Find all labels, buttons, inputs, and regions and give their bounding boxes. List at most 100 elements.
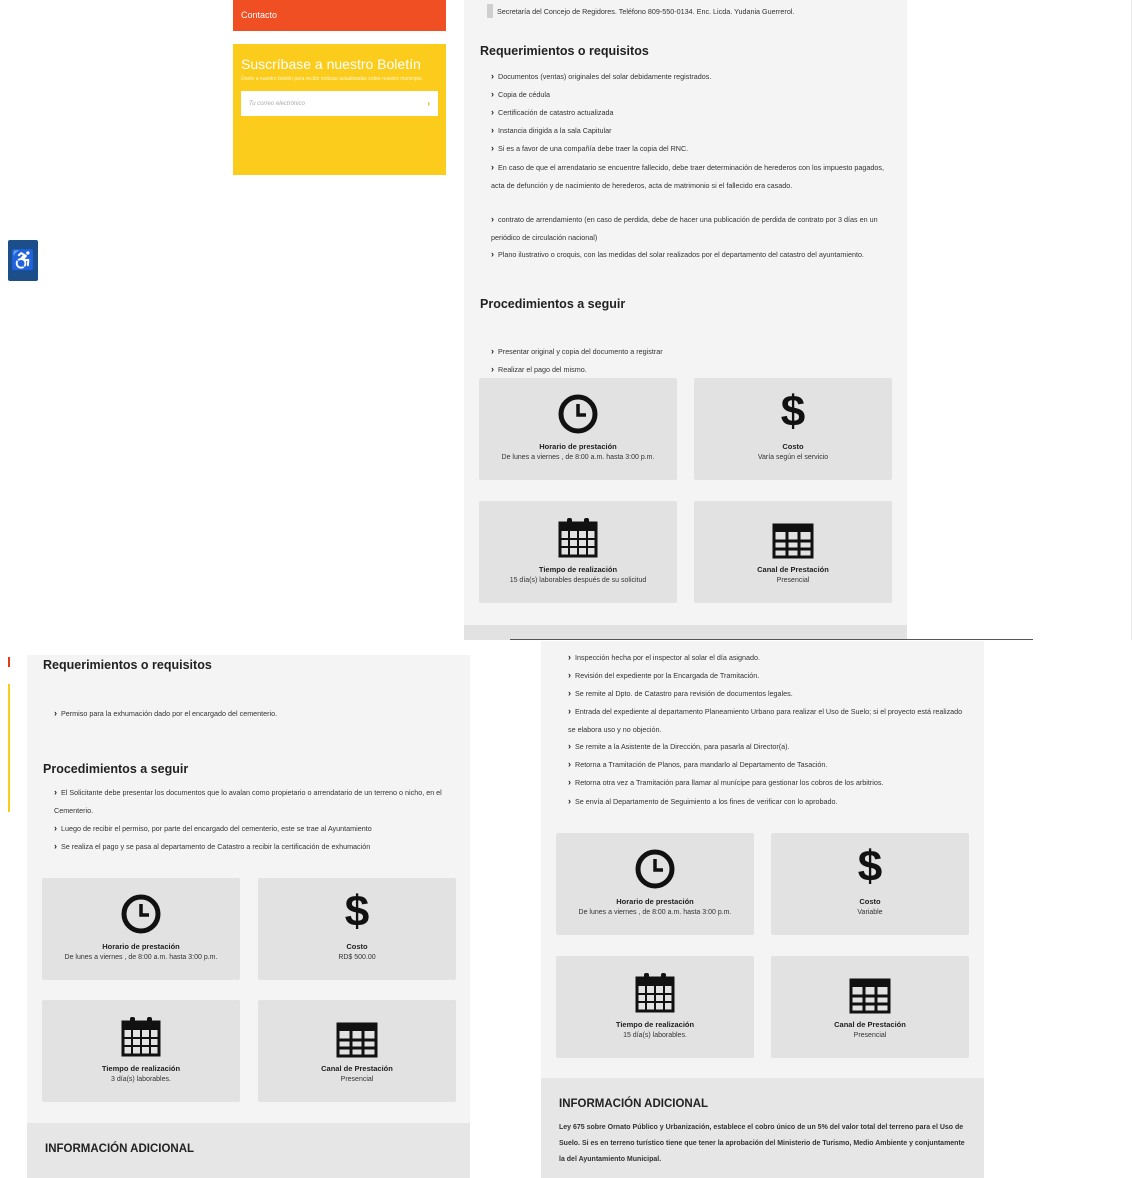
list-item: › Permiso para la exhumación dado por el … bbox=[54, 708, 278, 718]
cost-label: Costo bbox=[859, 897, 881, 906]
procedure-heading: Procedimientos a seguir bbox=[43, 762, 189, 776]
clock-icon bbox=[121, 894, 161, 934]
dollar-icon: $ bbox=[780, 387, 806, 436]
table-icon bbox=[336, 1022, 378, 1058]
calendar-icon bbox=[121, 1017, 161, 1057]
requirements-heading: Requerimientos o requisitos bbox=[480, 44, 649, 58]
chevron-right-icon: › bbox=[491, 125, 494, 135]
schedule-label: Horario de prestación bbox=[539, 442, 617, 451]
calendar-icon bbox=[635, 973, 675, 1013]
cost-card: $ Costo Variable bbox=[771, 833, 969, 935]
procedure-heading: Procedimientos a seguir bbox=[480, 297, 626, 311]
newsletter-text: Únete a nuestro boletín para recibir not… bbox=[241, 76, 423, 82]
additional-info-heading: INFORMACIÓN ADICIONAL bbox=[559, 1098, 709, 1110]
schedule-value: De lunes a viernes , de 8:00 a.m. hasta … bbox=[501, 454, 655, 461]
cost-value: Varía según el servicio bbox=[757, 454, 829, 461]
time-label: Tiempo de realización bbox=[538, 565, 618, 574]
table-icon bbox=[849, 978, 891, 1014]
chevron-right-icon: › bbox=[54, 708, 57, 718]
channel-card: Canal de Prestación Presencial bbox=[771, 956, 969, 1058]
list-item: › Se realiza el pago y se pasa al departa… bbox=[54, 841, 371, 851]
cost-card: $ Costo RD$ 500.00 bbox=[258, 878, 456, 980]
channel-label: Canal de Prestación bbox=[757, 565, 829, 574]
list-item: › Retorna otra vez a Tramitación para lla… bbox=[568, 777, 884, 787]
time-card: Tiempo de realización 3 día(s) laborable… bbox=[42, 1000, 240, 1102]
time-value: 15 día(s) laborables. bbox=[623, 1032, 687, 1039]
contact-label: Contacto bbox=[241, 10, 278, 20]
accessibility-icon: ♿ bbox=[10, 250, 36, 272]
accent-bar bbox=[8, 684, 10, 812]
list-item: › Revisión del expediente por la Encargad… bbox=[568, 670, 760, 680]
list-item: › Documentos (ventas) originales del sola… bbox=[491, 71, 712, 81]
list-item: › Si es a favor de una compañía debe trae… bbox=[491, 143, 689, 153]
chevron-right-icon: › bbox=[568, 759, 571, 769]
additional-info-text: Ley 675 sobre Ornato Público y Urbanizac… bbox=[559, 1124, 965, 1163]
chevron-right-icon: › bbox=[491, 107, 494, 117]
chevron-right-icon: › bbox=[491, 162, 494, 172]
list-item: › Inspección hecha por el inspector al so… bbox=[568, 652, 760, 662]
chevron-right-icon: › bbox=[568, 777, 571, 787]
requirements-heading: Requerimientos o requisitos bbox=[43, 658, 212, 672]
list-item: › Se remite a la Asistente de la Direcció… bbox=[568, 741, 790, 751]
list-item: › Presentar original y copia del document… bbox=[491, 346, 663, 356]
schedule-label: Horario de prestación bbox=[102, 942, 180, 951]
accessibility-button[interactable]: ♿ bbox=[8, 240, 38, 281]
time-value: 3 día(s) laborables. bbox=[111, 1076, 171, 1083]
cost-value: Variable bbox=[857, 909, 883, 916]
panel-1-footer bbox=[464, 625, 907, 640]
calendar-icon bbox=[558, 518, 598, 558]
time-card: Tiempo de realización 15 día(s) laborabl… bbox=[479, 501, 677, 603]
dollar-icon: $ bbox=[344, 887, 370, 936]
time-value: 15 día(s) laborables después de su solic… bbox=[509, 577, 647, 584]
schedule-card: Horario de prestación De lunes a viernes… bbox=[556, 833, 754, 935]
schedule-value: De lunes a viernes , de 8:00 a.m. hasta … bbox=[578, 909, 732, 916]
table-icon bbox=[772, 523, 814, 559]
chevron-right-icon: › bbox=[54, 787, 57, 797]
cost-value: RD$ 500.00 bbox=[338, 954, 376, 961]
list-item: › El Solicitante debe presentar los docum… bbox=[54, 787, 442, 815]
list-item: › Copia de cédula bbox=[491, 89, 550, 99]
quote-marker bbox=[487, 4, 493, 18]
channel-card: Canal de Prestación Presencial bbox=[258, 1000, 456, 1102]
list-item: › En caso de que el arrendatario se encue… bbox=[491, 162, 884, 190]
list-item: › Realizar el pago del mismo. bbox=[491, 364, 587, 374]
time-card: Tiempo de realización 15 día(s) laborabl… bbox=[556, 956, 754, 1058]
cost-label: Costo bbox=[782, 442, 804, 451]
list-item: › Retorna a Tramitación de Planos, para m… bbox=[568, 759, 828, 769]
additional-info-heading: INFORMACIÓN ADICIONAL bbox=[45, 1143, 195, 1155]
list-item: › Certificación de catastro actualizada bbox=[491, 107, 614, 117]
schedule-card: Horario de prestación De lunes a viernes… bbox=[42, 878, 240, 980]
divider bbox=[510, 639, 1033, 640]
chevron-right-icon: › bbox=[491, 143, 494, 153]
chevron-right-icon: › bbox=[568, 688, 571, 698]
chevron-right-icon: › bbox=[54, 841, 57, 851]
list-item: › Instancia dirigida a la sala Capitular bbox=[491, 125, 612, 135]
newsletter-box: Suscríbase a nuestro Boletín Únete a nue… bbox=[233, 44, 446, 175]
list-item: › Plano ilustrativo o croquis, con las me… bbox=[491, 249, 864, 259]
additional-info-section: INFORMACIÓN ADICIONAL Ley 675 sobre Orna… bbox=[541, 1078, 984, 1178]
chevron-right-icon: › bbox=[491, 249, 494, 259]
channel-value: Presencial bbox=[340, 1076, 374, 1083]
list-item: › Se envía al Departamento de Seguimiento… bbox=[568, 796, 838, 806]
chevron-right-icon: › bbox=[568, 741, 571, 751]
dollar-icon: $ bbox=[857, 842, 883, 891]
list-item: › contrato de arrendamiento (en caso de p… bbox=[491, 214, 878, 242]
contact-info-line: Secretaría del Concejo de Regidores. Tel… bbox=[497, 7, 795, 16]
list-item: › Entrada del expediente al departamento … bbox=[568, 706, 963, 734]
chevron-right-icon: › bbox=[54, 823, 57, 833]
channel-value: Presencial bbox=[776, 577, 810, 584]
time-label: Tiempo de realización bbox=[615, 1020, 695, 1029]
divider bbox=[1131, 0, 1132, 640]
email-placeholder: Tu correo electrónico bbox=[249, 100, 305, 107]
newsletter-title: Suscríbase a nuestro Boletín bbox=[241, 56, 421, 72]
clock-icon bbox=[558, 394, 598, 434]
channel-value: Presencial bbox=[853, 1032, 887, 1039]
schedule-card: Horario de prestación De lunes a viernes… bbox=[479, 378, 677, 480]
contact-link[interactable]: Contacto bbox=[233, 0, 446, 31]
cost-card: $ Costo Varía según el servicio bbox=[694, 378, 892, 480]
chevron-right-icon: › bbox=[568, 670, 571, 680]
chevron-right-icon: › bbox=[491, 346, 494, 356]
newsletter-submit-button[interactable]: › bbox=[427, 99, 430, 108]
newsletter-email-input[interactable]: Tu correo electrónico › bbox=[241, 91, 438, 116]
channel-card: Canal de Prestación Presencial bbox=[694, 501, 892, 603]
